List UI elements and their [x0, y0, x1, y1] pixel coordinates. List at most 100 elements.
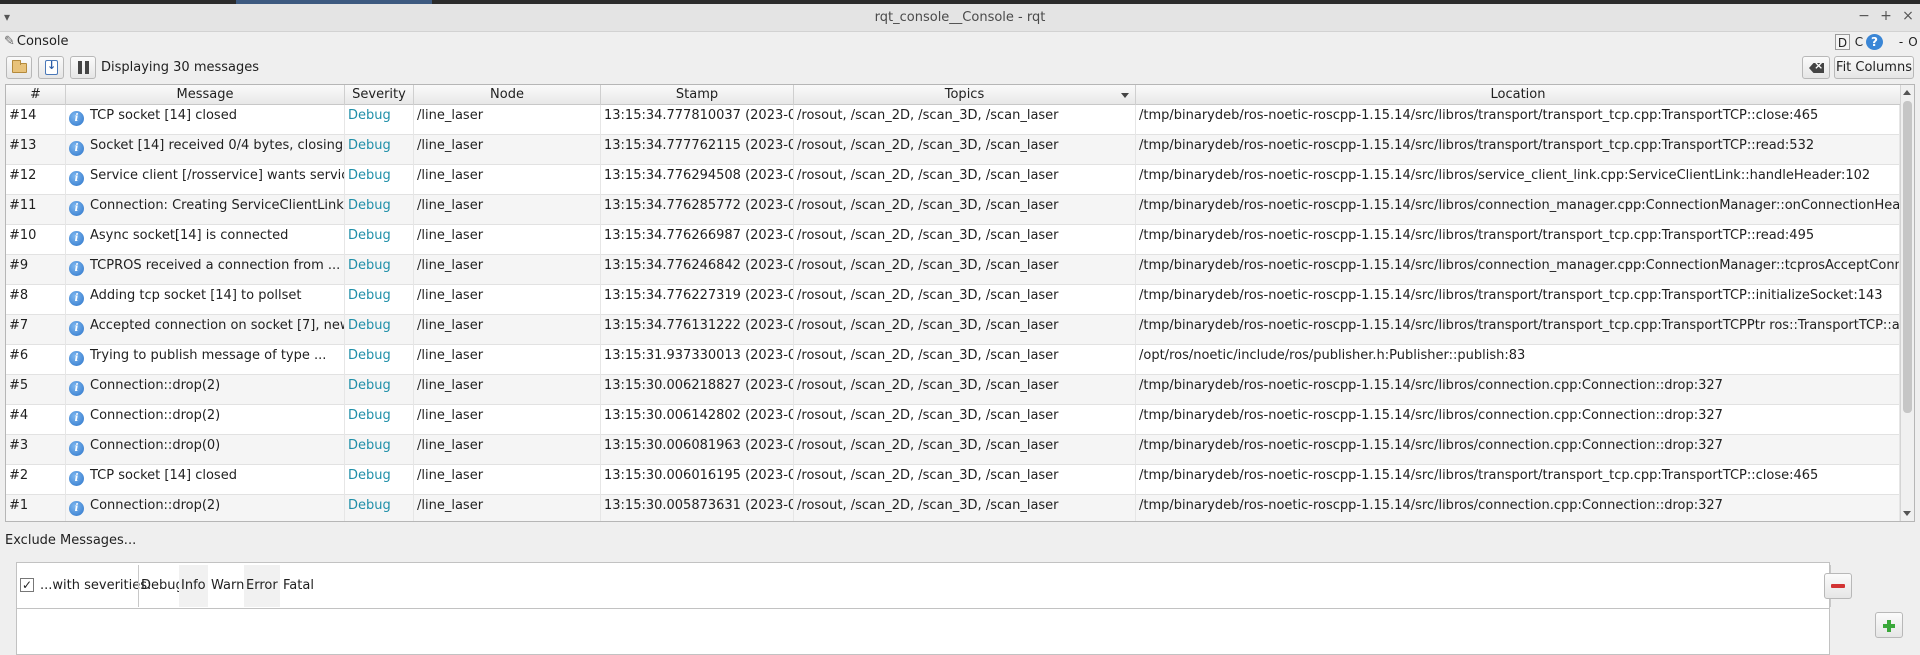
- cell-severity-text: Debug: [348, 258, 391, 273]
- messages-table: # Message Severity Node Stamp Topics Loc…: [5, 84, 1915, 522]
- help-icon[interactable]: ?: [1866, 34, 1883, 50]
- cell-number-text: #12: [9, 168, 37, 183]
- table-row[interactable]: #1 i Connection::drop(2) Debug/line_laser 13…: [6, 495, 1900, 521]
- cell-severity-text: Debug: [348, 318, 391, 333]
- panel-d-button[interactable]: D: [1835, 34, 1850, 50]
- severity-option-fatal[interactable]: Fatal: [281, 565, 316, 607]
- cell-topics: /rosout, /scan_2D, /scan_3D, /scan_laser: [794, 375, 1136, 405]
- table-row[interactable]: #5 i Connection::drop(2) Debug/line_laser 13…: [6, 375, 1900, 405]
- scroll-up-icon[interactable]: [1903, 90, 1911, 95]
- scroll-thumb[interactable]: [1903, 101, 1912, 413]
- table-row[interactable]: #10 i Async socket[14] is connected Debug/l…: [6, 225, 1900, 255]
- cell-message: i Async socket[14] is connected: [66, 225, 345, 255]
- fit-columns-button[interactable]: Fit Columns: [1834, 56, 1914, 79]
- table-row[interactable]: #13 i Socket [14] received 0/4 bytes, clos…: [6, 135, 1900, 165]
- close-button[interactable]: ×: [1898, 8, 1918, 24]
- cell-message-text: Connection::drop(0): [90, 438, 221, 453]
- cell-severity: Debug: [345, 225, 414, 255]
- cell-node: /line_laser: [414, 135, 601, 165]
- cell-message: i Connection::drop(2): [66, 405, 345, 435]
- table-row[interactable]: #2 i TCP socket [14] closed Debug/line_lase…: [6, 465, 1900, 495]
- column-header-node[interactable]: Node: [414, 85, 601, 105]
- info-icon: i: [69, 231, 84, 246]
- cell-message-text: TCP socket [14] closed: [90, 108, 237, 123]
- table-row[interactable]: #6 i Trying to publish message of type ...…: [6, 345, 1900, 375]
- column-header-stamp[interactable]: Stamp: [601, 85, 794, 105]
- cell-severity-text: Debug: [348, 288, 391, 303]
- severity-option-warn[interactable]: Warn: [209, 565, 246, 607]
- cell-number-text: #4: [9, 408, 29, 423]
- column-header-topics[interactable]: Topics: [794, 85, 1136, 105]
- cell-number: #4: [6, 405, 66, 435]
- table-row[interactable]: #3 i Connection::drop(0) Debug/line_laser 13…: [6, 435, 1900, 465]
- column-header-severity[interactable]: Severity: [345, 85, 414, 105]
- cell-severity-text: Debug: [348, 138, 391, 153]
- cell-number: #5: [6, 375, 66, 405]
- cell-number-text: #10: [9, 228, 37, 243]
- remove-filter-button[interactable]: [1824, 573, 1852, 599]
- cell-severity-text: Debug: [348, 408, 391, 423]
- pause-button[interactable]: [70, 56, 96, 79]
- minimize-button[interactable]: −: [1854, 8, 1874, 24]
- table-scrollbar[interactable]: [1900, 85, 1914, 521]
- cell-stamp: 13:15:34.776227319 (2023-02-12): [601, 285, 794, 315]
- cell-stamp: 13:15:34.777762115 (2023-02-12): [601, 135, 794, 165]
- column-header-number[interactable]: #: [6, 85, 66, 105]
- save-button[interactable]: [38, 56, 64, 79]
- cell-node-text: /line_laser: [417, 318, 484, 333]
- maximize-button[interactable]: +: [1876, 8, 1896, 24]
- table-row[interactable]: #7 i Accepted connection on socket [7], ne…: [6, 315, 1900, 345]
- cell-location: /tmp/binarydeb/ros-noetic-roscpp-1.15.14…: [1136, 375, 1900, 405]
- cell-topics-text: /rosout, /scan_2D, /scan_3D, /scan_laser: [797, 408, 1059, 423]
- cell-number-text: #3: [9, 438, 29, 453]
- cell-node-text: /line_laser: [417, 258, 484, 273]
- cell-stamp-text: 13:15:30.006142802 (2023-02-12): [604, 408, 793, 423]
- cell-severity: Debug: [345, 195, 414, 225]
- panel-hide-button[interactable]: -: [1896, 34, 1906, 50]
- cell-topics-text: /rosout, /scan_2D, /scan_3D, /scan_laser: [797, 138, 1059, 153]
- cell-severity: Debug: [345, 165, 414, 195]
- severity-filter-checkbox[interactable]: ✓: [20, 578, 34, 592]
- info-icon: i: [69, 411, 84, 426]
- info-icon: i: [69, 471, 84, 486]
- cell-stamp-text: 13:15:34.776131222 (2023-02-12): [604, 318, 793, 333]
- cell-location: /opt/ros/noetic/include/ros/publisher.h:…: [1136, 345, 1900, 375]
- table-row[interactable]: #8 i Adding tcp socket [14] to pollset Debu…: [6, 285, 1900, 315]
- column-header-message[interactable]: Message: [66, 85, 345, 105]
- severity-option-info[interactable]: Info: [179, 565, 208, 607]
- cell-stamp-text: 13:15:30.006218827 (2023-02-12): [604, 378, 793, 393]
- open-button[interactable]: [6, 56, 32, 79]
- add-filter-button[interactable]: [1875, 612, 1903, 638]
- message-count-status: Displaying 30 messages: [101, 60, 260, 75]
- cell-location-text: /tmp/binarydeb/ros-noetic-roscpp-1.15.14…: [1139, 288, 1883, 303]
- clear-button[interactable]: [1802, 56, 1830, 79]
- column-header-location[interactable]: Location: [1136, 85, 1900, 105]
- table-row[interactable]: #11 i Connection: Creating ServiceClientLi…: [6, 195, 1900, 225]
- panel-c-button[interactable]: C: [1852, 34, 1866, 50]
- severity-option-error[interactable]: Error: [244, 565, 280, 607]
- info-icon: i: [69, 501, 84, 516]
- cell-severity: Debug: [345, 345, 414, 375]
- table-row[interactable]: #12 i Service client [/rosservice] wants s…: [6, 165, 1900, 195]
- table-row[interactable]: #9 i TCPROS received a connection from ...…: [6, 255, 1900, 285]
- cell-location: /tmp/binarydeb/ros-noetic-roscpp-1.15.14…: [1136, 405, 1900, 435]
- cell-location: /tmp/binarydeb/ros-noetic-roscpp-1.15.14…: [1136, 495, 1900, 521]
- cell-node: /line_laser: [414, 345, 601, 375]
- cell-stamp: 13:15:34.777810037 (2023-02-12): [601, 105, 794, 135]
- panel-close-button[interactable]: O: [1908, 34, 1918, 50]
- scroll-down-icon[interactable]: [1903, 511, 1911, 516]
- exclude-filter-panel: ✓ ...with severities: Debug Info Warn Error…: [16, 562, 1831, 655]
- cell-location-text: /tmp/binarydeb/ros-noetic-roscpp-1.15.14…: [1139, 108, 1819, 123]
- cell-location-text: /tmp/binarydeb/ros-noetic-roscpp-1.15.14…: [1139, 138, 1815, 153]
- table-row[interactable]: #14 i TCP socket [14] closed Debug/line_las…: [6, 105, 1900, 135]
- cell-message: i Service client [/rosservice] wants serv…: [66, 165, 345, 195]
- cell-stamp-text: 13:15:30.005873631 (2023-02-12): [604, 498, 793, 513]
- severity-filter-label: ...with severities:: [40, 578, 152, 593]
- table-row[interactable]: #4 i Connection::drop(2) Debug/line_laser 13…: [6, 405, 1900, 435]
- cell-number-text: #2: [9, 468, 29, 483]
- cell-location: /tmp/binarydeb/ros-noetic-roscpp-1.15.14…: [1136, 285, 1900, 315]
- cell-stamp: 13:15:30.006142802 (2023-02-12): [601, 405, 794, 435]
- cell-location-text: /opt/ros/noetic/include/ros/publisher.h:…: [1139, 348, 1526, 363]
- cell-location-text: /tmp/binarydeb/ros-noetic-roscpp-1.15.14…: [1139, 468, 1819, 483]
- info-icon: i: [69, 141, 84, 156]
